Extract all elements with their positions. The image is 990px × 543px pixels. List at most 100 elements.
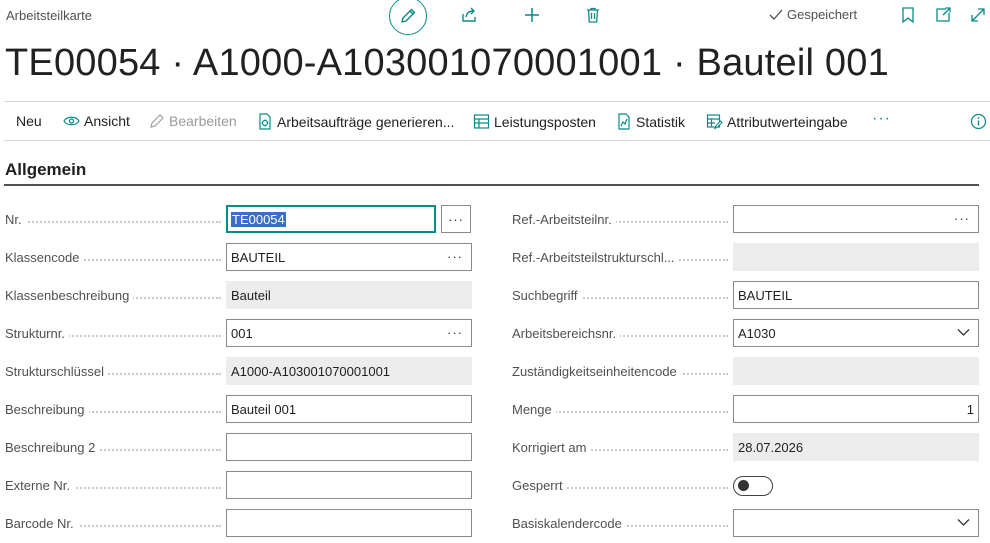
search-term-input[interactable]: BAUTEIL xyxy=(733,281,979,309)
field-label-work-area-no: Arbeitsbereichsnr. xyxy=(512,326,728,341)
chevron-down-icon xyxy=(957,519,970,526)
field-label-blocked: Gesperrt xyxy=(512,478,728,493)
chevron-down-icon xyxy=(957,329,970,336)
chart-document-icon xyxy=(618,113,630,130)
field-label-description-2: Beschreibung 2 xyxy=(5,440,221,455)
saved-status: Gespeichert xyxy=(768,7,857,22)
info-button[interactable] xyxy=(970,113,987,130)
table-list-icon xyxy=(473,114,490,129)
generate-orders-label: Arbeitsaufträge generieren... xyxy=(277,113,455,130)
ref-structure-key-field xyxy=(733,243,979,271)
base-calendar-code-select[interactable] xyxy=(733,509,979,537)
work-area-no-select[interactable]: A1030 xyxy=(733,319,979,347)
open-in-new-window-icon xyxy=(936,7,951,22)
expand-button[interactable] xyxy=(967,4,989,26)
description-input[interactable]: Bauteil 001 xyxy=(226,395,472,423)
action-bar: Neu Ansicht Bearbeiten Arbeitsaufträge g… xyxy=(4,101,990,141)
bookmark-button[interactable] xyxy=(897,4,919,26)
field-label-ref-structure-key: Ref.-Arbeitsteilstrukturschl... xyxy=(512,250,728,265)
description-value: Bauteil 001 xyxy=(231,401,297,417)
ledger-entries-action[interactable]: Leistungsposten xyxy=(473,113,596,130)
attribute-entry-label: Attributwerteingabe xyxy=(727,113,848,130)
structure-key-value: A1000-A103001070001001 xyxy=(231,363,391,379)
bookmark-icon xyxy=(902,7,914,24)
field-label-quantity: Menge xyxy=(512,402,728,417)
field-label-responsibility-center: Zuständigkeitseinheitencode xyxy=(512,364,728,379)
plus-icon xyxy=(525,8,539,22)
field-label-structure-key: Strukturschlüssel xyxy=(5,364,221,379)
delete-button[interactable] xyxy=(582,4,604,26)
field-label-description: Beschreibung xyxy=(5,402,221,417)
saved-label: Gespeichert xyxy=(787,7,858,22)
statistics-action[interactable]: Statistik xyxy=(616,113,685,130)
ref-work-part-no-lookup-icon[interactable]: ··· xyxy=(954,211,970,226)
open-new-window-button[interactable] xyxy=(932,4,954,26)
info-icon xyxy=(970,113,987,130)
share-button[interactable] xyxy=(458,4,480,26)
pencil-icon xyxy=(401,8,416,23)
view-action[interactable]: Ansicht xyxy=(63,113,130,129)
class-code-value: BAUTEIL xyxy=(231,249,286,265)
search-term-value: BAUTEIL xyxy=(738,287,793,303)
class-description-value: Bauteil xyxy=(231,287,271,303)
document-gear-icon xyxy=(259,113,271,130)
edit-button[interactable] xyxy=(389,0,427,35)
field-label-corrected-on: Korrigiert am xyxy=(512,440,728,455)
ledger-entries-label: Leistungsposten xyxy=(494,113,596,130)
field-label-base-calendar-code: Basiskalendercode xyxy=(512,516,728,531)
table-edit-icon xyxy=(706,114,723,130)
share-icon xyxy=(462,7,476,22)
blocked-toggle[interactable] xyxy=(733,476,773,496)
description-2-input[interactable] xyxy=(226,433,472,461)
more-actions-label: ··· xyxy=(872,110,891,127)
field-label-external-no: Externe Nr. xyxy=(5,478,221,493)
quantity-value: 1 xyxy=(966,401,974,417)
edit-action[interactable]: Bearbeiten xyxy=(149,113,237,129)
barcode-no-input[interactable] xyxy=(226,509,472,537)
quantity-input[interactable]: 1 xyxy=(733,395,979,423)
section-divider xyxy=(4,184,979,186)
new-action[interactable]: Neu xyxy=(16,113,42,129)
structure-no-lookup-icon[interactable]: ··· xyxy=(447,325,463,340)
attribute-entry-action[interactable]: Attributwerteingabe xyxy=(706,113,848,130)
page-title: TE00054 · A1000-A103001070001001 · Baute… xyxy=(5,42,889,84)
pencil-icon xyxy=(150,114,164,128)
field-label-nr: Nr. xyxy=(5,212,221,227)
toggle-knob xyxy=(738,480,749,491)
top-bar: Arbeitsteilkarte Gespeichert xyxy=(0,0,990,35)
view-action-label: Ansicht xyxy=(84,113,130,129)
page-type-label: Arbeitsteilkarte xyxy=(6,8,92,23)
work-area-no-value: A1030 xyxy=(738,325,776,341)
class-code-lookup-icon[interactable]: ··· xyxy=(447,249,463,264)
external-no-input[interactable] xyxy=(226,471,472,499)
expand-icon xyxy=(971,8,985,22)
field-label-ref-work-part-no: Ref.-Arbeitsteilnr. xyxy=(512,212,728,227)
structure-no-input[interactable]: 001 ··· xyxy=(226,319,472,347)
ref-work-part-no-input[interactable]: ··· xyxy=(733,205,979,233)
structure-no-value: 001 xyxy=(231,325,253,341)
field-label-structure-no: Strukturnr. xyxy=(5,326,221,341)
generate-orders-action[interactable]: Arbeitsaufträge generieren... xyxy=(257,113,454,130)
section-title-general: Allgemein xyxy=(5,160,87,179)
field-label-class-description: Klassenbeschreibung xyxy=(5,288,221,303)
field-label-barcode-no: Barcode Nr. xyxy=(5,516,221,531)
check-icon xyxy=(769,9,783,20)
corrected-on-field: 28.07.2026 xyxy=(733,433,979,461)
nr-value: TE00054 xyxy=(231,211,286,227)
edit-action-label: Bearbeiten xyxy=(169,113,237,129)
nr-input[interactable]: TE00054 xyxy=(226,205,436,233)
more-actions-button[interactable]: ··· xyxy=(872,110,891,128)
structure-key-field: A1000-A103001070001001 xyxy=(226,357,472,385)
class-description-field: Bauteil xyxy=(226,281,472,309)
field-label-search-term: Suchbegriff xyxy=(512,288,728,303)
trash-icon xyxy=(587,7,599,23)
eye-icon xyxy=(63,116,80,126)
new-action-label: Neu xyxy=(16,113,42,129)
responsibility-center-field xyxy=(733,357,979,385)
field-label-class-code: Klassencode xyxy=(5,250,221,265)
add-button[interactable] xyxy=(521,4,543,26)
statistics-label: Statistik xyxy=(636,113,686,130)
corrected-on-value: 28.07.2026 xyxy=(738,439,804,455)
nr-lookup-button[interactable]: ··· xyxy=(441,205,471,233)
class-code-input[interactable]: BAUTEIL ··· xyxy=(226,243,472,271)
